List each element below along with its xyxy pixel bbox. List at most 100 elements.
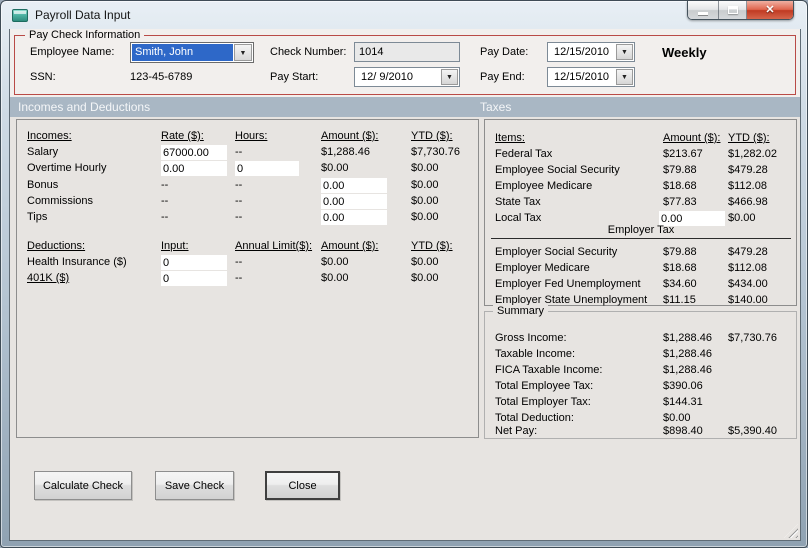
401k-input[interactable]: [161, 271, 227, 286]
minimize-button[interactable]: [688, 1, 719, 19]
ytd-col-header: YTD ($):: [411, 130, 453, 142]
window-title: Payroll Data Input: [35, 8, 131, 22]
state-tax-ytd: $466.98: [728, 196, 768, 208]
employee-name-label: Employee Name:: [30, 46, 115, 58]
pay-start-value: 12/ 9/2010: [361, 71, 413, 83]
employee-medicare-ytd: $112.08: [728, 180, 767, 192]
commissions-ytd: $0.00: [411, 195, 439, 207]
calculate-check-button[interactable]: Calculate Check: [34, 471, 132, 500]
federal-tax-ytd: $1,282.02: [728, 148, 777, 160]
employer-tax-header: Employer Tax: [491, 224, 791, 239]
employer-fed-unemp-ytd: $434.00: [728, 278, 768, 290]
tips-amount-input[interactable]: [321, 210, 387, 225]
hours-col-header: Hours:: [235, 130, 268, 142]
close-window-button[interactable]: ✕: [747, 1, 793, 19]
health-insurance-input[interactable]: [161, 255, 227, 270]
income-row-label: Commissions: [27, 195, 94, 207]
maximize-button[interactable]: [719, 1, 747, 19]
employer-medicare-ytd: $112.08: [728, 262, 767, 274]
bonus-rate: --: [161, 179, 169, 191]
employee-name-dropdown-button[interactable]: ▼: [234, 44, 252, 61]
summary-row-label: FICA Taxable Income:: [495, 364, 603, 376]
pay-end-picker[interactable]: 12/15/2010 ▼: [547, 67, 635, 87]
employer-state-unemp-amount: $11.15: [663, 294, 696, 306]
pay-frequency-label: Weekly: [662, 45, 707, 60]
deduction-row-label-401k: 401K ($): [27, 272, 70, 284]
pay-end-dropdown-button[interactable]: ▼: [616, 69, 633, 85]
bonus-ytd: $0.00: [411, 179, 439, 191]
state-tax-amount: $77.83: [663, 196, 697, 208]
payroll-window: Payroll Data Input ✕ Pay Check Informati…: [0, 0, 808, 548]
incomes-section-header: Incomes and Deductions: [18, 100, 151, 114]
salary-hours: --: [235, 146, 243, 158]
401k-amount: $0.00: [321, 272, 349, 284]
salary-rate-input[interactable]: [161, 145, 227, 160]
tax-items-col-header: Items:: [495, 132, 525, 144]
close-icon: ✕: [765, 4, 775, 16]
pay-date-picker[interactable]: 12/15/2010 ▼: [547, 42, 635, 62]
local-tax-ytd: $0.00: [728, 212, 756, 224]
save-check-button[interactable]: Save Check: [155, 471, 234, 500]
commissions-hours: --: [235, 195, 243, 207]
commissions-amount-input[interactable]: [321, 194, 387, 209]
tips-ytd: $0.00: [411, 211, 439, 223]
rate-col-header: Rate ($):: [161, 130, 204, 142]
tax-row-label: State Tax: [495, 196, 541, 208]
window-controls: ✕: [687, 1, 794, 20]
check-number-input[interactable]: [354, 42, 460, 62]
check-number-label: Check Number:: [270, 46, 347, 58]
employer-fed-unemp-amount: $34.60: [663, 278, 697, 290]
401k-limit: --: [235, 272, 243, 284]
overtime-rate-input[interactable]: [161, 161, 227, 176]
ytd-col-header: YTD ($):: [411, 240, 453, 252]
tax-row-label: Local Tax: [495, 212, 542, 224]
income-row-label: Salary: [27, 146, 59, 158]
total-employer-tax-amount: $144.31: [663, 396, 703, 408]
health-insurance-amount: $0.00: [321, 256, 349, 268]
ssn-value: 123-45-6789: [130, 71, 193, 83]
chevron-down-icon: ▼: [446, 74, 453, 81]
gross-income-amount: $1,288.46: [663, 332, 712, 344]
pay-start-label: Pay Start:: [270, 71, 319, 83]
employer-ss-amount: $79.88: [663, 246, 697, 258]
taxes-panel: Items: Amount ($): YTD ($): Federal Tax …: [484, 119, 797, 306]
tax-row-label: Employee Medicare: [495, 180, 593, 192]
employee-name-value: Smith, John: [132, 44, 233, 61]
incomes-deductions-panel: Incomes: Rate ($): Hours: Amount ($): YT…: [16, 119, 479, 438]
resize-grip[interactable]: [784, 524, 798, 538]
gross-income-ytd: $7,730.76: [728, 332, 777, 344]
salary-amount: $1,288.46: [321, 146, 370, 158]
federal-tax-amount: $213.67: [663, 148, 703, 160]
employer-medicare-amount: $18.68: [663, 262, 697, 274]
close-button[interactable]: Close: [265, 471, 340, 500]
amount-col-header: Amount ($):: [321, 240, 379, 252]
amount-col-header: Amount ($):: [321, 130, 379, 142]
overtime-hours-input[interactable]: [235, 161, 299, 176]
health-insurance-limit: --: [235, 256, 243, 268]
pay-date-label: Pay Date:: [480, 46, 529, 58]
pay-date-dropdown-button[interactable]: ▼: [616, 44, 633, 60]
income-row-label: Tips: [27, 211, 48, 223]
employee-name-combobox[interactable]: Smith, John ▼: [130, 42, 254, 63]
annual-limit-col-header: Annual Limit($):: [235, 240, 313, 252]
client-area: Pay Check Information Employee Name: Smi…: [9, 29, 801, 541]
income-row-label: Overtime Hourly: [27, 162, 107, 174]
summary-row-label: Total Deduction:: [495, 412, 574, 424]
summary-row-label: Total Employer Tax:: [495, 396, 591, 408]
employer-ss-ytd: $479.28: [728, 246, 768, 258]
app-icon: [12, 9, 28, 22]
tax-row-label: Employee Social Security: [495, 164, 620, 176]
chevron-down-icon: ▼: [621, 49, 628, 56]
title-bar[interactable]: Payroll Data Input ✕: [1, 1, 807, 29]
overtime-amount: $0.00: [321, 162, 349, 174]
pay-date-value: 12/15/2010: [554, 46, 610, 58]
tips-rate: --: [161, 211, 169, 223]
pay-start-picker[interactable]: 12/ 9/2010 ▼: [354, 67, 460, 87]
pay-check-strip: Pay Check Information Employee Name: Smi…: [10, 29, 800, 97]
overtime-ytd: $0.00: [411, 162, 439, 174]
pay-start-dropdown-button[interactable]: ▼: [441, 69, 458, 85]
bonus-amount-input[interactable]: [321, 178, 387, 193]
section-header-band: Incomes and Deductions Taxes: [10, 97, 800, 117]
maximize-icon: [728, 6, 738, 14]
health-insurance-ytd: $0.00: [411, 256, 439, 268]
